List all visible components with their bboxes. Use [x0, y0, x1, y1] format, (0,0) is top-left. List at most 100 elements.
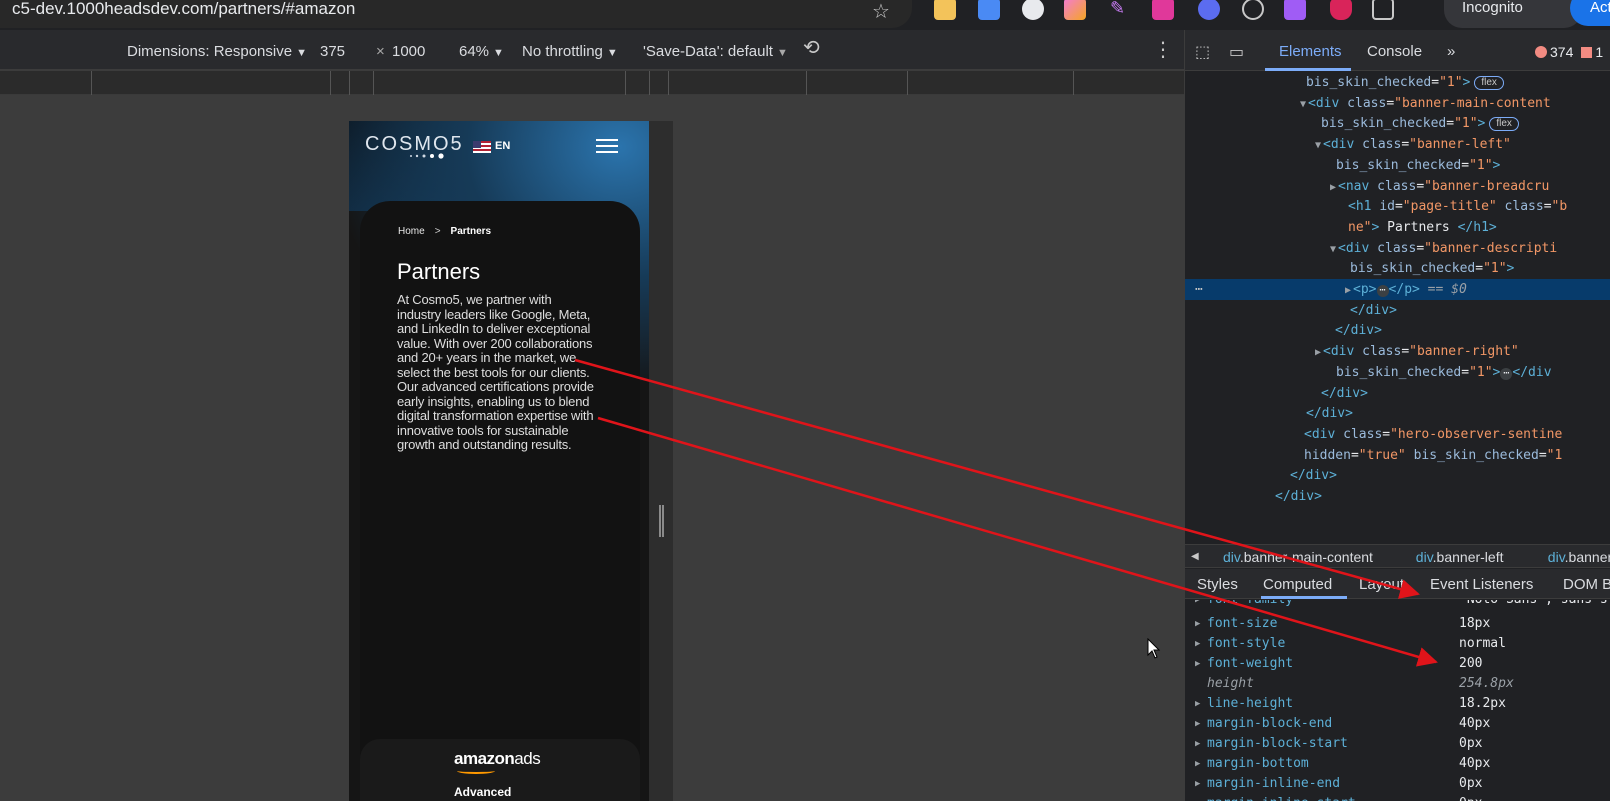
collapsed-content-icon[interactable]: ⋯ — [1500, 367, 1513, 380]
extension-notes-icon[interactable] — [934, 0, 956, 20]
crumbs-scroll-left-icon[interactable]: ◀ — [1191, 551, 1199, 562]
extension-record-icon[interactable] — [1022, 0, 1044, 20]
dom-tree[interactable]: bis_skin_checked="1"> flex ▼ <div class="ba… — [1185, 72, 1610, 544]
crumb-tag: div — [1223, 549, 1240, 565]
breadcrumb-node[interactable]: div.banner-de — [1548, 549, 1610, 565]
ruler-tick — [806, 71, 807, 95]
flex-badge[interactable]: flex — [1489, 117, 1519, 132]
dom-token: </div> — [1321, 385, 1368, 401]
expand-triangle-icon[interactable]: ▶ — [1195, 614, 1200, 634]
dom-token: class — [1347, 95, 1387, 111]
crumb-class: .banner-left — [1432, 549, 1504, 565]
expand-triangle-icon[interactable]: ▶ — [1195, 774, 1200, 794]
expand-triangle-icon[interactable]: ▶ — [1195, 714, 1200, 734]
bookmark-star-icon[interactable]: ☆ — [872, 0, 890, 24]
dom-node-content: </div> — [1275, 486, 1322, 507]
devtools-tab-bar: ⬚ ▭ Elements Console » 374 1 — [1185, 30, 1610, 71]
device-toggle-icon[interactable]: ▭ — [1229, 42, 1244, 62]
computed-property-row[interactable]: ▶ font-style normal — [1185, 634, 1610, 654]
eyedropper-icon[interactable]: ✎ — [1110, 0, 1132, 20]
issue-counter[interactable]: 374 1 — [1535, 44, 1603, 60]
resize-handle[interactable] — [659, 505, 664, 537]
dom-node-content: ▶ <nav class="banner-breadcru — [1330, 176, 1549, 198]
devtools-panel: ⬚ ▭ Elements Console » 374 1 bis_skin_che… — [1184, 30, 1610, 801]
expand-triangle-icon[interactable]: ▶ — [1195, 794, 1200, 801]
computed-property-row[interactable]: ▶ font-family "Noto Sans", sans-s — [1185, 600, 1610, 610]
computed-property-row[interactable]: ▶ margin-inline-start 0px — [1185, 794, 1610, 801]
dom-node-content: bis_skin_checked="1"> — [1350, 258, 1514, 279]
width-input[interactable]: 375 — [320, 44, 345, 60]
height-input[interactable]: 1000 — [392, 44, 425, 60]
computed-property-row[interactable]: ▶ font-weight 200 — [1185, 654, 1610, 674]
expand-triangle-icon[interactable]: ▶ — [1195, 694, 1200, 714]
tab-elements[interactable]: Elements — [1279, 44, 1342, 60]
rotate-icon[interactable]: ⟲ — [803, 38, 820, 58]
dom-token: </div> — [1350, 302, 1397, 318]
tab-event-listeners[interactable]: Event Listeners — [1430, 577, 1533, 593]
media-query-ruler[interactable] — [0, 71, 1184, 95]
us-flag-icon[interactable] — [473, 141, 491, 153]
expand-triangle-icon[interactable]: ▶ — [1195, 654, 1200, 674]
collapse-triangle-icon[interactable]: ▶ — [1345, 285, 1351, 296]
tab-layout[interactable]: Layout — [1359, 577, 1404, 593]
computed-property-row[interactable]: ▶ margin-bottom 40px — [1185, 754, 1610, 774]
more-tabs-icon[interactable]: » — [1447, 44, 1455, 60]
url-text[interactable]: c5-dev.1000headsdev.com/partners/#amazon — [12, 0, 355, 18]
collapsed-content-icon[interactable]: ⋯ — [1376, 285, 1389, 297]
tab-console[interactable]: Console — [1367, 44, 1422, 60]
flex-badge[interactable]: flex — [1474, 76, 1504, 90]
extension-wave-icon[interactable] — [1198, 0, 1220, 20]
computed-property-row[interactable]: ▶ margin-inline-end 0px — [1185, 774, 1610, 794]
dom-token: </div> — [1306, 406, 1353, 422]
breadcrumb-node[interactable]: div.banner-main-content — [1223, 549, 1373, 565]
extension-compass-icon[interactable] — [1242, 0, 1264, 20]
extension-gradient-icon[interactable] — [1064, 0, 1086, 20]
extension-puzzle-color-icon[interactable] — [1284, 0, 1306, 20]
computed-property-row[interactable]: height 254.8px — [1185, 674, 1610, 694]
collapse-triangle-icon[interactable]: ▶ — [1315, 347, 1321, 358]
language-code[interactable]: EN — [495, 140, 510, 152]
expand-triangle-icon[interactable]: ▶ — [1195, 600, 1200, 610]
banner-description: At Cosmo5, we partner with industry lead… — [397, 292, 594, 452]
computed-property-row[interactable]: ▶ line-height 18.2px — [1185, 694, 1610, 714]
dom-node-selected[interactable]: ▶ <p> ⋯ </p> == $0 ⋯ — [1185, 279, 1610, 300]
property-name: line-height — [1207, 696, 1294, 711]
inspect-element-icon[interactable]: ⬚ — [1195, 42, 1210, 62]
node-actions-icon[interactable]: ⋯ — [1195, 279, 1203, 300]
zoom-dropdown[interactable]: 64% ▼ — [459, 44, 504, 61]
computed-property-row[interactable]: ▶ margin-block-end 40px — [1185, 714, 1610, 734]
expand-triangle-icon[interactable]: ▼ — [1330, 244, 1336, 255]
tab-dom-breakpoints[interactable]: DOM Br — [1563, 577, 1610, 593]
computed-property-row[interactable]: ▶ font-size 18px — [1185, 614, 1610, 634]
dom-token: "banner-main-content — [1394, 95, 1551, 111]
dom-node-content: </div> — [1290, 465, 1337, 486]
expand-triangle-icon[interactable]: ▼ — [1300, 99, 1306, 110]
extension-doc-icon[interactable] — [978, 0, 1000, 20]
extension-video-icon[interactable] — [1152, 0, 1174, 20]
throttling-dropdown[interactable]: No throttling ▼ — [522, 44, 618, 61]
breadcrumb-home[interactable]: Home — [398, 226, 425, 237]
dimensions-dropdown[interactable]: Dimensions: Responsive ▼ — [127, 44, 307, 61]
dom-token: = — [1416, 240, 1425, 256]
property-value: 0px — [1459, 736, 1483, 751]
hamburger-menu-icon[interactable] — [596, 139, 618, 155]
computed-property-row[interactable]: ▶ margin-block-start 0px — [1185, 734, 1610, 754]
extensions-puzzle-icon[interactable] — [1372, 0, 1394, 20]
more-options-icon[interactable]: ⋮ — [1153, 40, 1173, 60]
dom-token: class — [1343, 426, 1383, 442]
tab-computed[interactable]: Computed — [1263, 577, 1332, 593]
expand-triangle-icon[interactable]: ▶ — [1195, 754, 1200, 774]
dom-token: </div> — [1275, 489, 1322, 504]
ruler-tick — [330, 71, 331, 95]
tab-styles[interactable]: Styles — [1197, 577, 1238, 593]
breadcrumb-node[interactable]: div.banner-left — [1416, 549, 1504, 565]
collapse-triangle-icon[interactable]: ▶ — [1330, 182, 1336, 193]
expand-triangle-icon[interactable]: ▼ — [1315, 140, 1321, 151]
property-name: font-family — [1207, 600, 1293, 610]
ublock-shield-icon[interactable] — [1330, 0, 1352, 20]
ruler-tick — [907, 71, 908, 95]
expand-triangle-icon[interactable]: ▶ — [1195, 734, 1200, 754]
expand-triangle-icon[interactable]: ▶ — [1195, 634, 1200, 654]
save-data-dropdown[interactable]: 'Save-Data': default ▼ — [643, 44, 788, 61]
ruler-tick — [373, 71, 374, 95]
